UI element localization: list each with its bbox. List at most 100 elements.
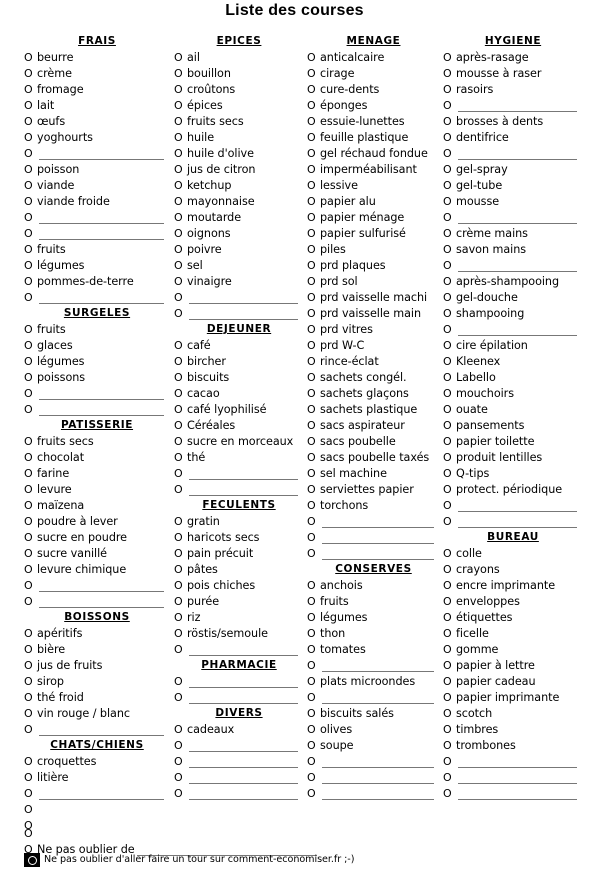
checkbox-icon[interactable]: O [24, 770, 37, 786]
checkbox-icon[interactable]: O [443, 514, 456, 530]
checkbox-icon[interactable]: O [174, 690, 187, 706]
checkbox-icon[interactable]: O [24, 530, 37, 546]
write-in-line[interactable] [39, 228, 164, 240]
write-in-line[interactable] [39, 724, 164, 736]
checkbox-icon[interactable]: O [24, 722, 37, 738]
checkbox-icon[interactable]: O [174, 754, 187, 770]
checkbox-icon[interactable]: O [24, 82, 37, 98]
checkbox-icon[interactable]: O [307, 786, 320, 802]
checkbox-icon[interactable]: O [174, 466, 187, 482]
checkbox-icon[interactable]: O [307, 482, 320, 498]
checkbox-icon[interactable]: O [174, 450, 187, 466]
checkbox-icon[interactable]: O [443, 402, 456, 418]
checkbox-icon[interactable]: O [443, 738, 456, 754]
checkbox-icon[interactable]: O [24, 482, 37, 498]
checkbox-icon[interactable]: O [307, 626, 320, 642]
checkbox-icon[interactable]: O [174, 114, 187, 130]
write-in-line[interactable] [39, 580, 164, 592]
checkbox-icon[interactable]: O [24, 130, 37, 146]
checkbox-icon[interactable]: O [443, 706, 456, 722]
checkbox-icon[interactable]: O [307, 498, 320, 514]
checkbox-icon[interactable]: O [174, 306, 187, 322]
checkbox-icon[interactable]: O [24, 498, 37, 514]
checkbox-icon[interactable]: O [174, 130, 187, 146]
checkbox-icon[interactable]: O [174, 722, 187, 738]
checkbox-icon[interactable]: O [443, 482, 456, 498]
checkbox-icon[interactable]: O [174, 66, 187, 82]
checkbox-icon[interactable]: O [443, 274, 456, 290]
checkbox-icon[interactable]: O [174, 178, 187, 194]
checkbox-icon[interactable]: O [443, 146, 456, 162]
checkbox-icon[interactable]: O [24, 786, 37, 802]
write-in-line[interactable] [189, 484, 298, 496]
checkbox-icon[interactable]: O [307, 514, 320, 530]
checkbox-icon[interactable]: O [307, 258, 320, 274]
checkbox-icon[interactable]: O [307, 578, 320, 594]
write-in-line[interactable] [322, 756, 434, 768]
checkbox-icon[interactable]: O [24, 50, 37, 66]
checkbox-icon[interactable]: O [443, 674, 456, 690]
checkbox-icon[interactable]: O [174, 338, 187, 354]
checkbox-icon[interactable]: O [24, 690, 37, 706]
checkbox-icon[interactable]: O [24, 146, 37, 162]
write-in-line[interactable] [458, 772, 577, 784]
checkbox-icon[interactable]: O [174, 546, 187, 562]
checkbox-icon[interactable]: O [443, 690, 456, 706]
checkbox-icon[interactable]: O [443, 722, 456, 738]
checkbox-icon[interactable]: O [307, 610, 320, 626]
checkbox-icon[interactable]: O [443, 594, 456, 610]
checkbox-icon[interactable]: O [443, 466, 456, 482]
checkbox-icon[interactable]: O [174, 50, 187, 66]
write-in-line[interactable] [189, 740, 298, 752]
checkbox-icon[interactable]: O [307, 226, 320, 242]
checkbox-icon[interactable]: O [443, 82, 456, 98]
checkbox-icon[interactable]: O [307, 162, 320, 178]
checkbox-icon[interactable]: O [307, 418, 320, 434]
checkbox-icon[interactable]: O [443, 338, 456, 354]
checkbox-icon[interactable]: O [307, 306, 320, 322]
checkbox-icon[interactable]: O [174, 642, 187, 658]
checkbox-icon[interactable]: O [443, 578, 456, 594]
checkbox-icon[interactable]: O [443, 98, 456, 114]
checkbox-icon[interactable]: O [307, 322, 320, 338]
write-in-line[interactable] [322, 532, 434, 544]
checkbox-icon[interactable]: O [307, 242, 320, 258]
write-in-line[interactable] [458, 788, 577, 800]
write-in-line[interactable] [458, 212, 577, 224]
write-in-line[interactable] [189, 692, 298, 704]
write-in-line[interactable] [189, 676, 298, 688]
checkbox-icon[interactable]: O [307, 658, 320, 674]
write-in-line[interactable] [189, 292, 298, 304]
checkbox-icon[interactable]: O [174, 82, 187, 98]
checkbox-icon[interactable]: O [443, 194, 456, 210]
checkbox-icon[interactable]: O [174, 562, 187, 578]
checkbox-icon[interactable]: O [24, 674, 37, 690]
write-in-line[interactable] [458, 324, 577, 336]
checkbox-icon[interactable]: O [443, 306, 456, 322]
checkbox-icon[interactable]: O [307, 338, 320, 354]
checkbox-icon[interactable]: O [443, 386, 456, 402]
checkbox-icon[interactable]: O [174, 434, 187, 450]
checkbox-icon[interactable]: O [307, 738, 320, 754]
checkbox-icon[interactable]: O [443, 258, 456, 274]
checkbox-icon[interactable]: O [24, 178, 37, 194]
checkbox-icon[interactable]: O [443, 322, 456, 338]
checkbox-icon[interactable]: O [307, 706, 320, 722]
checkbox-icon[interactable]: O [174, 290, 187, 306]
checkbox-icon[interactable]: O [24, 626, 37, 642]
checkbox-icon[interactable]: O [443, 178, 456, 194]
checkbox-icon[interactable]: O [443, 114, 456, 130]
checkbox-icon[interactable]: O [24, 754, 37, 770]
checkbox-icon[interactable]: O [174, 594, 187, 610]
write-in-line[interactable] [39, 596, 164, 608]
checkbox-icon[interactable]: O [307, 450, 320, 466]
write-in-line[interactable] [458, 260, 577, 272]
checkbox-icon[interactable]: O [307, 98, 320, 114]
write-in-line[interactable] [322, 516, 434, 528]
checkbox-icon[interactable]: O [443, 66, 456, 82]
checkbox-icon[interactable]: O [174, 770, 187, 786]
checkbox-icon[interactable]: O [307, 354, 320, 370]
checkbox-icon[interactable]: O [24, 290, 37, 306]
checkbox-icon[interactable]: O [443, 770, 456, 786]
write-in-line[interactable] [322, 660, 434, 672]
